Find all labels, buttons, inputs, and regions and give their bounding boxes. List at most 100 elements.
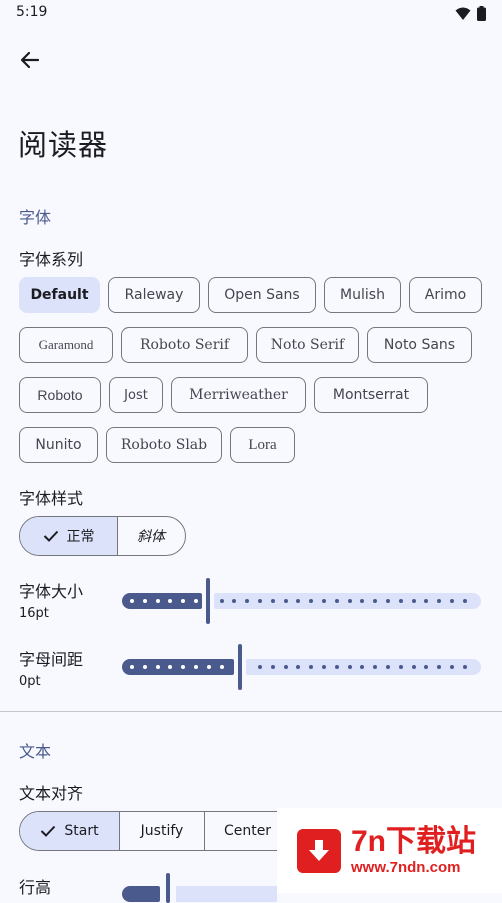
slider-tick-dot	[424, 665, 428, 669]
line-height-label: 行高	[19, 878, 52, 897]
segment-align-justify-label: Justify	[140, 823, 184, 839]
slider-handle[interactable]	[238, 644, 242, 690]
font-size-value: 16pt	[19, 606, 49, 621]
slider-tick-dot	[130, 599, 134, 603]
font-size-label: 字体大小	[19, 582, 84, 601]
slider-tick-dot	[232, 599, 236, 603]
back-button[interactable]	[12, 42, 48, 78]
slider-tick-dot	[168, 665, 172, 669]
segment-align-justify[interactable]: Justify	[119, 812, 204, 850]
slider-tick-dot	[271, 599, 275, 603]
chip-font-roboto-slab[interactable]: Roboto Slab	[106, 427, 222, 463]
slider-tick-dot	[322, 599, 326, 603]
slider-tick-dot	[412, 665, 416, 669]
slider-tick-dot	[335, 599, 339, 603]
status-time: 5:19	[16, 4, 48, 20]
font-style-label: 字体样式	[19, 489, 84, 508]
font-chip-row-2: Garamond Roboto Serif Noto Serif Noto Sa…	[19, 327, 472, 363]
segment-style-normal[interactable]: 正常	[20, 517, 117, 555]
line-height-slider-inactive	[176, 886, 277, 902]
slider-tick-dot	[271, 665, 275, 669]
check-icon	[41, 825, 56, 837]
slider-tick-dot	[181, 665, 185, 669]
font-size-slider[interactable]	[122, 578, 481, 624]
segment-align-center-label: Center	[223, 823, 272, 839]
slider-tick-dot	[168, 599, 172, 603]
arrow-back-icon	[20, 51, 40, 69]
slider-tick-dot	[386, 599, 390, 603]
slider-tick-dot	[296, 665, 300, 669]
slider-tick-dot	[386, 665, 390, 669]
letter-spacing-label: 字母间距	[19, 650, 84, 669]
chip-font-noto-sans[interactable]: Noto Sans	[367, 327, 472, 363]
section-title-text: 文本	[19, 742, 52, 761]
slider-tick-dot	[143, 665, 147, 669]
slider-tick-dot	[335, 665, 339, 669]
wifi-icon	[455, 7, 471, 20]
status-icons	[455, 6, 486, 21]
chip-font-lora[interactable]: Lora	[230, 427, 295, 463]
line-height-slider-handle[interactable]	[166, 873, 170, 903]
chip-font-garamond[interactable]: Garamond	[19, 327, 113, 363]
slider-tick-dot	[463, 665, 467, 669]
slider-tick-dot	[258, 665, 262, 669]
slider-tick-dot	[399, 665, 403, 669]
line-height-slider-track[interactable]	[122, 886, 160, 902]
segment-style-italic[interactable]: 斜体	[117, 517, 184, 555]
download-logo-icon	[297, 828, 341, 873]
slider-tick-dot	[450, 599, 454, 603]
segment-style-normal-label: 正常	[66, 529, 95, 545]
slider-tick-dot	[143, 599, 147, 603]
letter-spacing-value: 0pt	[19, 674, 41, 689]
slider-tick-dot	[245, 599, 249, 603]
watermark-overlay: 7n下载站 www.7ndn.com	[277, 808, 502, 893]
slider-tick-dot	[463, 599, 467, 603]
slider-active-track	[122, 659, 234, 675]
chip-font-arimo[interactable]: Arimo	[409, 277, 482, 313]
slider-tick-dot	[284, 665, 288, 669]
text-align-segmented: Start Justify Center	[19, 811, 309, 851]
font-family-label: 字体系列	[19, 250, 84, 269]
chip-font-mulish[interactable]: Mulish	[324, 277, 401, 313]
chip-font-nunito[interactable]: Nunito	[19, 427, 98, 463]
slider-tick-dot	[130, 665, 134, 669]
watermark-sub-text: www.7ndn.com	[351, 859, 461, 876]
chip-font-open-sans[interactable]: Open Sans	[208, 277, 316, 313]
page-title: 阅读器	[18, 128, 109, 162]
slider-active-track	[122, 593, 202, 609]
status-bar: 5:19	[0, 0, 502, 28]
slider-tick-dot	[296, 599, 300, 603]
slider-handle[interactable]	[206, 578, 210, 624]
slider-tick-dot	[220, 665, 224, 669]
slider-tick-dot	[348, 599, 352, 603]
slider-tick-dot	[348, 665, 352, 669]
slider-tick-dot	[322, 665, 326, 669]
chip-font-merriweather[interactable]: Merriweather	[171, 377, 306, 413]
chip-font-roboto-serif[interactable]: Roboto Serif	[121, 327, 248, 363]
segment-align-start[interactable]: Start	[20, 812, 119, 850]
section-divider	[0, 711, 502, 712]
letter-spacing-slider[interactable]	[122, 644, 481, 690]
chip-font-jost[interactable]: Jost	[109, 377, 163, 413]
watermark-main-text: 7n下载站	[351, 825, 477, 858]
slider-tick-dot	[207, 665, 211, 669]
chip-font-montserrat[interactable]: Montserrat	[314, 377, 428, 413]
check-icon	[43, 530, 58, 542]
slider-tick-dot	[373, 599, 377, 603]
slider-tick-dot	[284, 599, 288, 603]
slider-tick-dot	[258, 599, 262, 603]
slider-tick-dot	[194, 599, 198, 603]
segment-align-start-label: Start	[64, 823, 99, 839]
section-title-font: 字体	[19, 208, 52, 227]
slider-tick-dot	[156, 665, 160, 669]
segment-style-italic-label: 斜体	[137, 529, 165, 545]
chip-font-raleway[interactable]: Raleway	[108, 277, 200, 313]
slider-tick-dot	[360, 665, 364, 669]
battery-icon	[477, 6, 486, 21]
chip-font-noto-serif[interactable]: Noto Serif	[256, 327, 359, 363]
chip-font-roboto[interactable]: Roboto	[19, 377, 101, 413]
slider-tick-dot	[309, 665, 313, 669]
chip-font-default[interactable]: Default	[19, 277, 100, 313]
slider-tick-dot	[437, 665, 441, 669]
slider-tick-dot	[360, 599, 364, 603]
